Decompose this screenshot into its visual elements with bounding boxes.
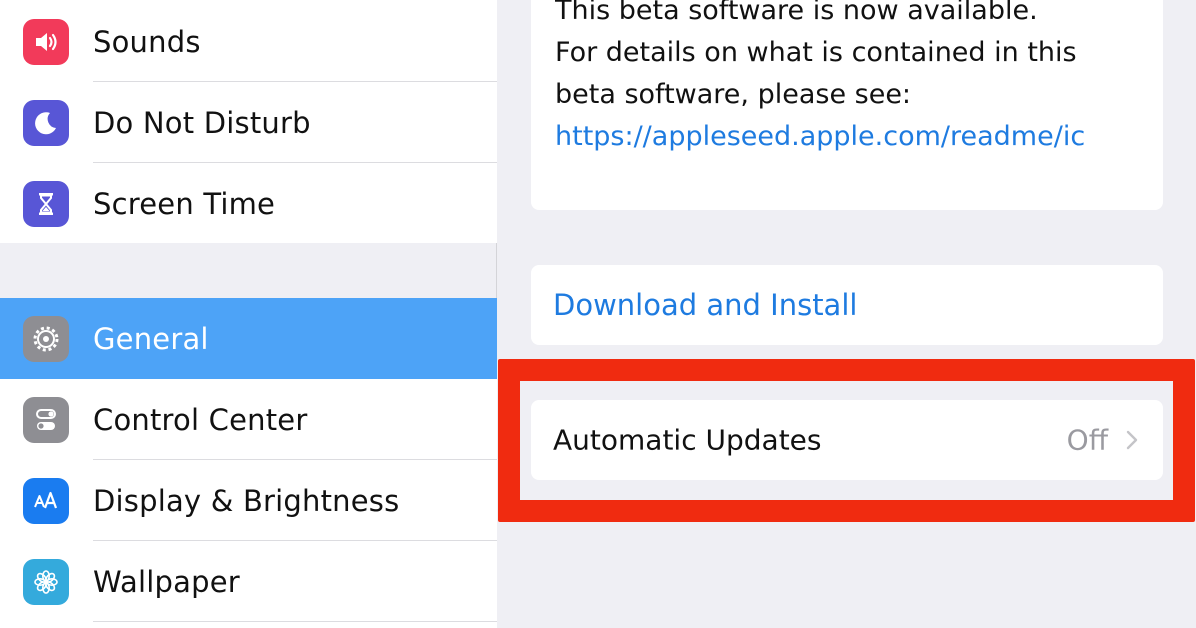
sidebar-item-screen-time[interactable]: Screen Time	[0, 163, 497, 244]
row-separator	[93, 621, 497, 622]
sidebar-item-label: Sounds	[93, 24, 201, 59]
download-install-button[interactable]: Download and Install	[531, 265, 1163, 345]
flower-icon	[23, 558, 69, 605]
download-install-label: Download and Install	[553, 288, 858, 322]
software-update-detail: This beta software is now available. For…	[498, 0, 1196, 628]
sidebar-item-display-brightness[interactable]: Display & Brightness	[0, 460, 497, 541]
chevron-right-icon	[1126, 430, 1138, 450]
moon-icon	[23, 99, 69, 146]
automatic-updates-value: Off	[1066, 423, 1108, 457]
hourglass-icon	[23, 180, 69, 227]
sidebar-item-label: Wallpaper	[93, 564, 240, 599]
sidebar-item-do-not-disturb[interactable]: Do Not Disturb	[0, 82, 497, 163]
settings-sidebar: Sounds Do Not Disturb Screen Time Genera…	[0, 0, 497, 628]
automatic-updates-label: Automatic Updates	[553, 423, 822, 457]
sidebar-group-top: Sounds Do Not Disturb Screen Time	[0, 0, 497, 243]
sidebar-item-label: General	[93, 321, 209, 356]
automatic-updates-row[interactable]: Automatic Updates Off	[531, 400, 1163, 480]
beta-description-card: This beta software is now available. For…	[531, 0, 1163, 210]
description-line: For details on what is contained in this	[555, 37, 1077, 68]
sidebar-item-label: Screen Time	[93, 186, 276, 221]
speaker-icon	[23, 18, 69, 65]
settings-screen: Sounds Do Not Disturb Screen Time Genera…	[0, 0, 1196, 628]
sidebar-group-bottom: General Control Center Display & Brightn…	[0, 298, 497, 628]
gear-icon	[23, 315, 69, 362]
sidebar-item-label: Do Not Disturb	[93, 105, 311, 140]
sidebar-item-general[interactable]: General	[0, 298, 497, 379]
readme-link[interactable]: https://appleseed.apple.com/readme/ic	[555, 116, 1151, 158]
sidebar-item-wallpaper[interactable]: Wallpaper	[0, 541, 497, 622]
sidebar-item-sounds[interactable]: Sounds	[0, 1, 497, 82]
beta-description-text: This beta software is now available. For…	[555, 0, 1151, 158]
description-line: This beta software is now available.	[555, 0, 1038, 26]
sidebar-item-label: Control Center	[93, 402, 308, 437]
sidebar-item-label: Display & Brightness	[93, 483, 400, 518]
toggles-icon	[23, 396, 69, 443]
sidebar-item-control-center[interactable]: Control Center	[0, 379, 497, 460]
text-size-icon	[23, 477, 69, 524]
description-line: beta software, please see:	[555, 79, 912, 110]
